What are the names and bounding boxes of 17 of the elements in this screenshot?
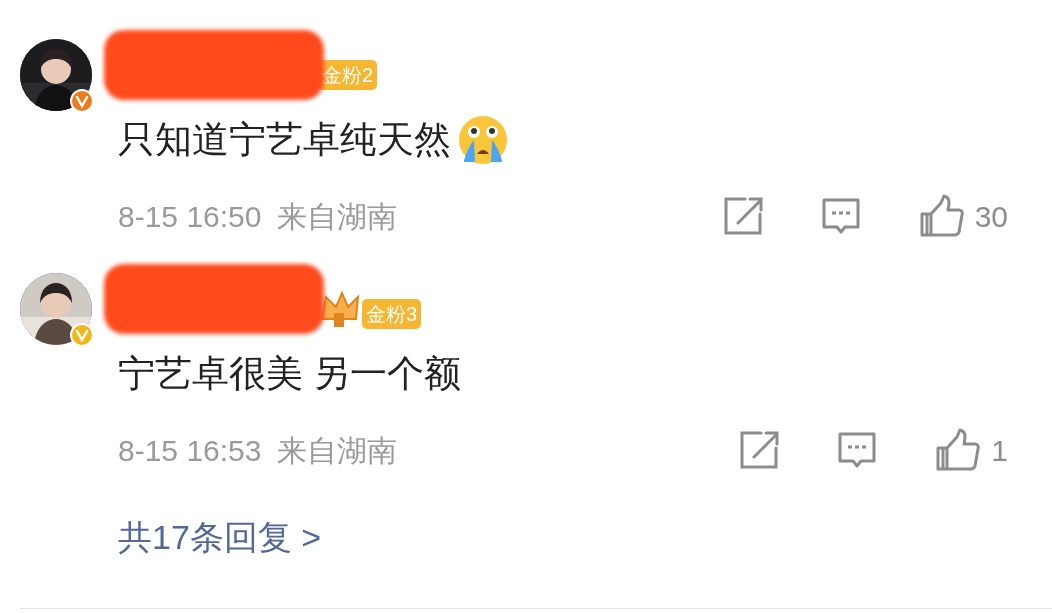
- like-count: 1: [991, 432, 1008, 469]
- comment-location: 来自湖南: [277, 198, 398, 235]
- like-count: 30: [974, 198, 1008, 235]
- comment-text: 宁艺卓很美 另一个额: [118, 352, 462, 396]
- fan-level-badge: 金粉2: [318, 60, 378, 90]
- share-icon[interactable]: [722, 197, 763, 235]
- fan-level-badge: 金粉3: [362, 299, 422, 329]
- comment-time: 8-15 16:53: [118, 432, 262, 469]
- share-icon[interactable]: [739, 431, 780, 469]
- thumbs-up-icon[interactable]: [918, 194, 965, 238]
- thumbs-up-icon[interactable]: [935, 428, 982, 472]
- comment-icon[interactable]: [837, 431, 878, 469]
- comment-time: 8-15 16:50: [118, 198, 262, 235]
- comment-text: 只知道宁艺卓纯天然: [118, 118, 451, 162]
- view-replies-link[interactable]: 共17条回复 >: [118, 512, 322, 563]
- comment-location: 来自湖南: [277, 432, 398, 469]
- comment-icon[interactable]: [820, 197, 861, 235]
